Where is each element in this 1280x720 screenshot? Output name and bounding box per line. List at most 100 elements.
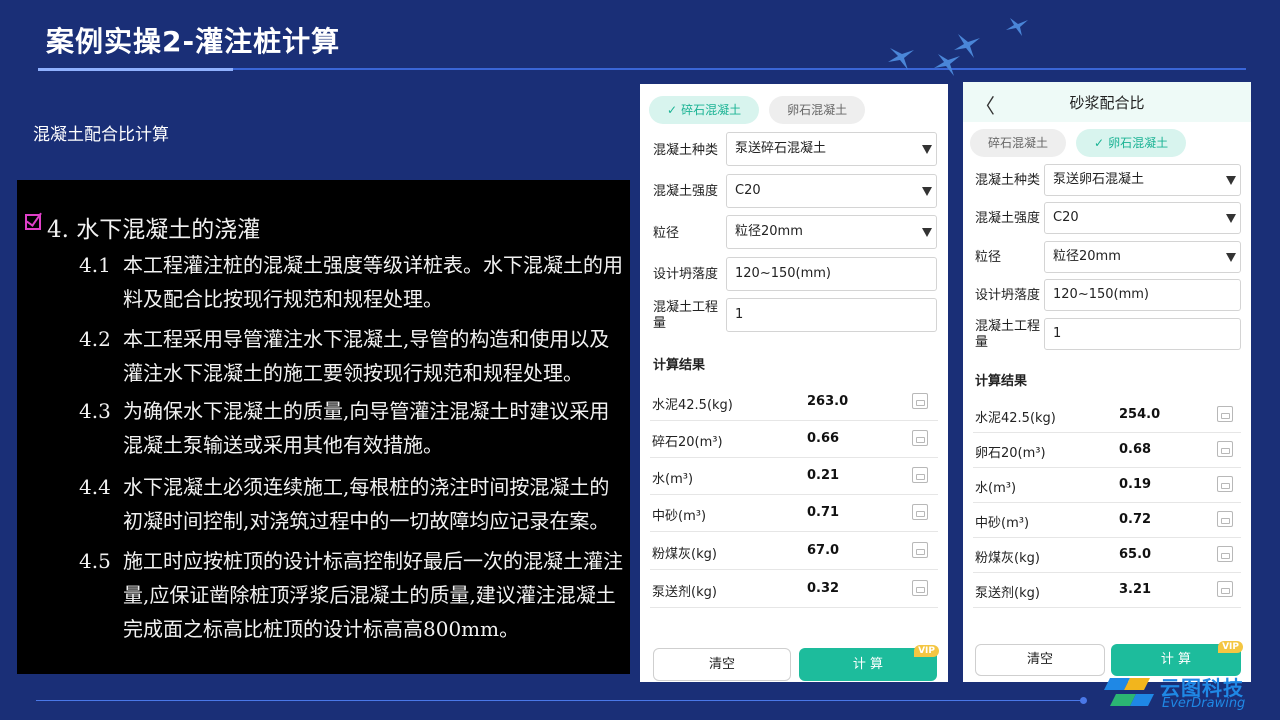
result-value: 0.68	[1119, 442, 1152, 457]
vip-badge: VIP	[1218, 641, 1243, 653]
results-heading: 计算结果	[653, 358, 706, 373]
tab-bar: ✓ 碎石混凝土 卵石混凝土	[649, 96, 866, 124]
save-icon[interactable]	[912, 542, 928, 558]
field-value: 1	[735, 307, 744, 322]
tab-pebble-concrete[interactable]: ✓ 卵石混凝土	[1076, 129, 1187, 157]
result-label: 水泥42.5(kg)	[975, 411, 1056, 426]
field-value: 泵送卵石混凝土	[1053, 172, 1145, 187]
result-value: 263.0	[807, 394, 849, 409]
dropdown-caret-icon	[922, 187, 932, 196]
result-label: 卵石20(m³)	[975, 446, 1046, 461]
result-value: 0.32	[807, 581, 840, 596]
form-label: 粒径	[975, 250, 1002, 265]
cad-item-text: 本工程灌注桩的混凝土强度等级详桩表。水下混凝土的用料及配合比按现行规范和规程处理…	[123, 253, 623, 311]
app-header: 〈 砂浆配合比	[963, 82, 1251, 122]
result-label: 水泥42.5(kg)	[652, 398, 733, 413]
result-label: 泵送剂(kg)	[975, 586, 1040, 601]
cad-item: 4.3 为确保水下混凝土的质量,向导管灌注混凝土时建议采用混凝土泵输送或采用其他…	[79, 394, 623, 462]
tab-label: 卵石混凝土	[787, 103, 848, 117]
quantity-input[interactable]: 1	[726, 298, 937, 332]
save-icon[interactable]	[912, 504, 928, 520]
form-label: 设计坍落度	[653, 267, 719, 282]
result-value: 0.66	[807, 431, 840, 446]
birds-decoration-icon	[888, 18, 1028, 76]
cad-item-number: 4.4	[79, 475, 111, 499]
cad-item-text: 水下混凝土必须连续施工,每根桩的浇注时间按混凝土的初凝时间控制,对浇筑过程中的一…	[123, 475, 610, 533]
tab-label: 碎石混凝土	[988, 136, 1049, 150]
result-value: 0.19	[1119, 477, 1152, 492]
result-row: 粉煤灰(kg) 65.0	[973, 538, 1241, 573]
checkbox-marker-icon	[25, 214, 41, 230]
form-label: 混凝土种类	[975, 173, 1041, 188]
save-icon[interactable]	[1217, 441, 1233, 457]
result-row: 中砂(m³) 0.72	[973, 503, 1241, 538]
form-label: 混凝土工程量	[653, 300, 719, 331]
cad-item: 4.4 水下混凝土必须连续施工,每根桩的浇注时间按混凝土的初凝时间控制,对浇筑过…	[79, 470, 623, 538]
dropdown-caret-icon	[1226, 253, 1236, 262]
save-icon[interactable]	[912, 580, 928, 596]
clear-button[interactable]: 清空	[975, 644, 1105, 676]
strength-select[interactable]: C20	[726, 174, 937, 208]
field-value: 120~150(mm)	[735, 266, 831, 281]
cad-item: 4.5 施工时应按桩顶的设计标高控制好最后一次的混凝土灌注量,应保证凿除桩顶浮浆…	[79, 544, 623, 646]
result-label: 中砂(m³)	[652, 509, 707, 524]
form-label: 设计坍落度	[975, 288, 1041, 303]
calculator-panel-gravel: ✓ 碎石混凝土 卵石混凝土 混凝土种类 泵送碎石混凝土 混凝土强度 C20 粒径 …	[640, 84, 948, 682]
result-row: 碎石20(m³) 0.66	[650, 421, 938, 458]
section-label: 混凝土配合比计算	[33, 125, 169, 145]
everdrawing-logo-icon	[1104, 678, 1154, 706]
particle-size-select[interactable]: 粒径20mm	[726, 215, 937, 249]
save-icon[interactable]	[1217, 511, 1233, 527]
tab-gravel-concrete[interactable]: ✓ 碎石混凝土	[649, 96, 760, 124]
slide-title: 案例实操2-灌注桩计算	[46, 25, 341, 58]
save-icon[interactable]	[1217, 581, 1233, 597]
dropdown-caret-icon	[1226, 176, 1236, 185]
logo: 云图科技 EverDrawing	[1104, 670, 1274, 718]
cad-item: 4.1 本工程灌注桩的混凝土强度等级详桩表。水下混凝土的用料及配合比按现行规范和…	[79, 248, 623, 316]
result-label: 粉煤灰(kg)	[652, 547, 717, 562]
tab-gravel-concrete[interactable]: 碎石混凝土	[970, 129, 1067, 157]
save-icon[interactable]	[912, 393, 928, 409]
concrete-type-select[interactable]: 泵送卵石混凝土	[1044, 164, 1241, 196]
result-value: 3.21	[1119, 582, 1152, 597]
cad-item-number: 4.5	[79, 549, 111, 573]
result-row: 中砂(m³) 0.71	[650, 495, 938, 532]
result-row: 水(m³) 0.21	[650, 458, 938, 495]
calculator-panel-pebble: 〈 砂浆配合比 碎石混凝土 ✓ 卵石混凝土 混凝土种类 泵送卵石混凝土 混凝土强度…	[963, 82, 1251, 682]
calculate-button[interactable]: 计 算 VIP	[799, 645, 939, 681]
result-label: 中砂(m³)	[975, 516, 1030, 531]
slump-input[interactable]: 120~150(mm)	[726, 257, 937, 291]
concrete-type-select[interactable]: 泵送碎石混凝土	[726, 132, 937, 166]
tab-pebble-concrete[interactable]: 卵石混凝土	[769, 96, 866, 124]
save-icon[interactable]	[1217, 476, 1233, 492]
slump-input[interactable]: 120~150(mm)	[1044, 279, 1241, 311]
save-icon[interactable]	[1217, 546, 1233, 562]
result-value: 0.71	[807, 505, 840, 520]
result-value: 0.21	[807, 468, 840, 483]
particle-size-select[interactable]: 粒径20mm	[1044, 241, 1241, 273]
strength-select[interactable]: C20	[1044, 202, 1241, 234]
check-icon: ✓	[667, 103, 678, 117]
dropdown-caret-icon	[922, 228, 932, 237]
result-value: 254.0	[1119, 407, 1161, 422]
quantity-input[interactable]: 1	[1044, 318, 1241, 350]
result-row: 泵送剂(kg) 0.32	[650, 570, 938, 608]
result-value: 67.0	[807, 543, 840, 558]
calculate-label: 计 算	[852, 657, 884, 672]
result-row: 水泥42.5(kg) 254.0	[973, 397, 1241, 433]
result-row: 水(m³) 0.19	[973, 468, 1241, 503]
result-value: 0.72	[1119, 512, 1152, 527]
save-icon[interactable]	[1217, 406, 1233, 422]
result-row: 水泥42.5(kg) 263.0	[650, 384, 938, 421]
calculate-label: 计 算	[1160, 652, 1192, 667]
dropdown-caret-icon	[922, 145, 932, 154]
save-icon[interactable]	[912, 467, 928, 483]
clear-button[interactable]: 清空	[653, 648, 791, 681]
cad-text-panel: 4. 水下混凝土的浇灌 4.1 本工程灌注桩的混凝土强度等级详桩表。水下混凝土的…	[17, 180, 630, 674]
cad-item-number: 4.2	[79, 327, 111, 351]
result-label: 粉煤灰(kg)	[975, 551, 1040, 566]
field-value: 泵送碎石混凝土	[735, 141, 827, 156]
form-label: 混凝土种类	[653, 143, 719, 158]
result-label: 水(m³)	[975, 481, 1017, 496]
save-icon[interactable]	[912, 430, 928, 446]
